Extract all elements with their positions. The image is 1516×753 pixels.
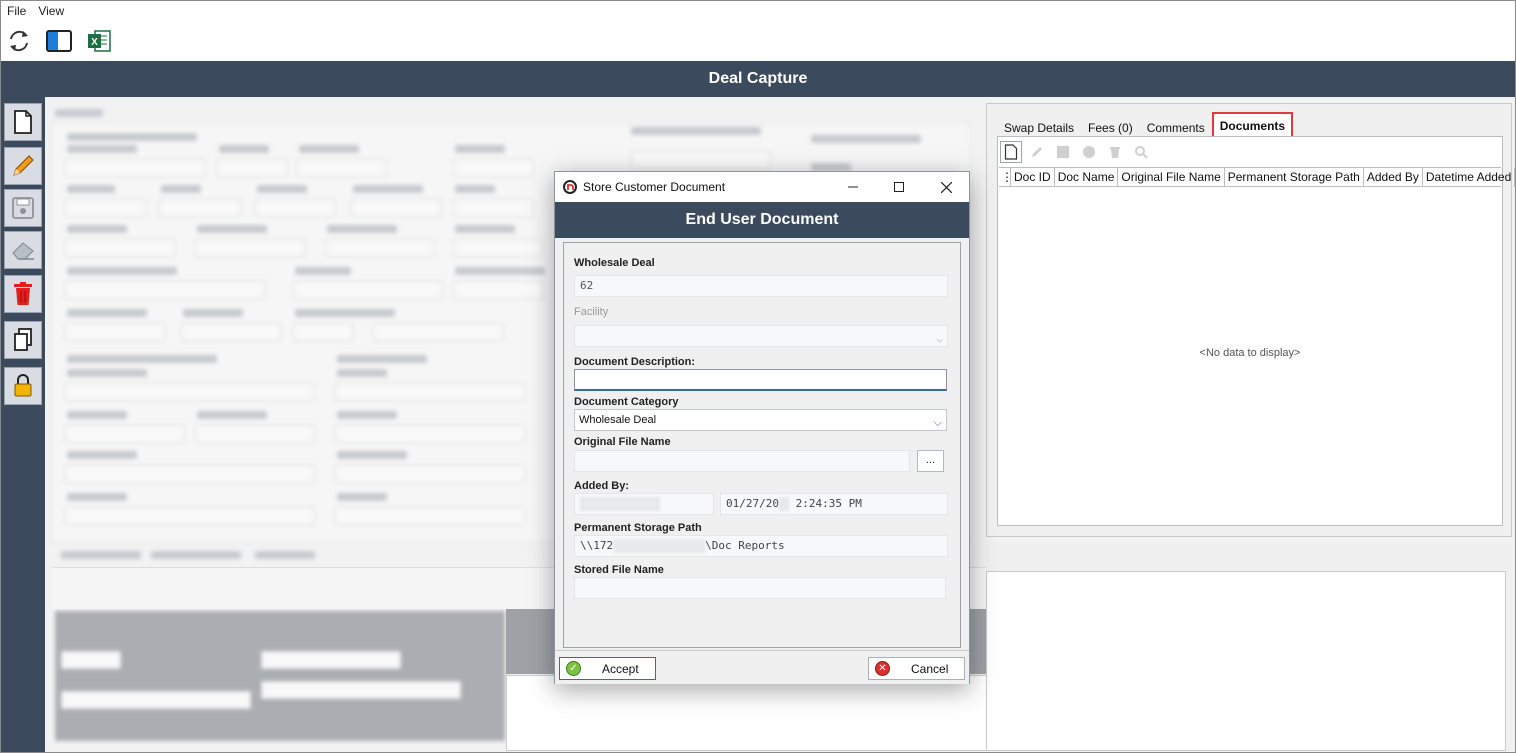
top-toolbar: X — [1, 23, 113, 59]
close-icon[interactable] — [923, 172, 969, 202]
documents-toolbar — [1000, 140, 1152, 164]
accept-label: Accept — [602, 661, 639, 676]
document-category-value: Wholesale Deal — [579, 414, 657, 426]
col-permanent-storage-path[interactable]: Permanent Storage Path — [1225, 168, 1364, 187]
dialog-title-bar: Store Customer Document — [555, 172, 969, 202]
cancel-x-icon: ✕ — [875, 661, 890, 676]
wholesale-deal-label: Wholesale Deal — [574, 257, 655, 269]
document-category-label: Document Category — [574, 396, 679, 408]
col-datetime-added[interactable]: Datetime Added — [1423, 168, 1515, 187]
facility-select[interactable]: ⌵ — [574, 325, 948, 347]
wholesale-deal-field[interactable]: 62 — [574, 275, 948, 297]
document-description-field[interactable] — [574, 369, 947, 391]
eraser-icon[interactable] — [4, 231, 42, 269]
facility-label: Facility — [574, 306, 609, 318]
app-logo-icon — [563, 180, 577, 194]
menu-bar: File View — [1, 1, 1515, 21]
lower-right-grid — [986, 571, 1506, 751]
right-tab-panel: Swap Details Fees (0) Comments Documents — [986, 103, 1515, 537]
added-by-label: Added By: — [574, 480, 629, 492]
tab-documents[interactable]: Documents — [1211, 112, 1294, 138]
delete-document-icon[interactable] — [1104, 141, 1126, 163]
excel-icon[interactable]: X — [85, 27, 113, 55]
tab-strip: Swap Details Fees (0) Comments Documents — [997, 112, 1294, 138]
menu-file[interactable]: File — [7, 4, 26, 18]
col-added-by[interactable]: Added By — [1364, 168, 1423, 187]
dialog-header: End User Document — [555, 202, 969, 238]
svg-text:X: X — [91, 37, 98, 48]
dialog-window-title: Store Customer Document — [583, 180, 726, 194]
new-document-icon[interactable] — [4, 103, 42, 141]
document-category-select[interactable]: Wholesale Deal ⌵ — [574, 409, 947, 431]
delete-trash-icon[interactable] — [4, 275, 42, 313]
redacted-address — [613, 539, 706, 553]
app-title-bar: Deal Capture — [1, 61, 1515, 97]
cancel-button[interactable]: ✕ Cancel — [868, 657, 965, 680]
accept-button[interactable]: ✓ Accept — [559, 657, 656, 680]
redacted-user — [580, 497, 660, 511]
permanent-storage-path-field[interactable]: \\172 \Doc Reports — [574, 535, 948, 557]
edit-pencil-icon[interactable] — [4, 147, 42, 185]
edit-document-icon[interactable] — [1026, 141, 1048, 163]
row-selector-icon: ⋮ — [999, 168, 1013, 187]
checkmark-icon: ✓ — [566, 661, 581, 676]
layout-panel-icon[interactable] — [45, 27, 73, 55]
chevron-down-icon: ⌵ — [933, 417, 942, 429]
copy-icon[interactable] — [4, 321, 42, 359]
added-date: 01/27/20 — [726, 497, 779, 510]
save-icon[interactable] — [4, 189, 42, 227]
dialog-form: Wholesale Deal 62 Facility ⌵ Document De… — [563, 242, 961, 648]
original-file-name-label: Original File Name — [574, 436, 671, 448]
stored-file-name-field[interactable] — [574, 577, 946, 599]
app-title: Deal Capture — [708, 70, 808, 87]
maximize-icon[interactable] — [876, 172, 922, 202]
storage-path-prefix: \\172 — [580, 539, 614, 552]
documents-pane: ⋮ Doc ID Doc Name Original File Name Per… — [997, 136, 1515, 526]
app-window: File View X Deal Capture Swap Details Fe… — [0, 0, 1516, 753]
storage-path-suffix: \Doc Reports — [705, 539, 785, 552]
record-icon[interactable] — [1078, 141, 1100, 163]
refresh-icon[interactable] — [5, 27, 33, 55]
dialog-footer: ✓ Accept ✕ Cancel — [555, 650, 969, 684]
minimize-icon[interactable] — [830, 172, 876, 202]
add-document-icon[interactable] — [1000, 141, 1022, 163]
documents-grid-header: ⋮ Doc ID Doc Name Original File Name Per… — [999, 167, 1515, 187]
lower-right-panel — [986, 541, 1512, 751]
lock-icon[interactable] — [4, 367, 42, 405]
chevron-down-icon: ⌵ — [936, 332, 943, 345]
added-by-field[interactable] — [574, 493, 714, 515]
left-toolbar — [1, 97, 45, 752]
permanent-storage-path-label: Permanent Storage Path — [574, 522, 702, 534]
no-data-message: <No data to display> — [1199, 347, 1301, 359]
added-time: 2:24:35 PM — [795, 497, 862, 510]
tab-fees[interactable]: Fees (0) — [1081, 116, 1140, 138]
document-description-label: Document Description: — [574, 356, 696, 368]
menu-view[interactable]: View — [38, 4, 64, 18]
store-document-dialog: Store Customer Document End User Documen… — [554, 171, 970, 684]
added-datetime-field[interactable]: 01/27/20 2:24:35 PM — [720, 493, 948, 515]
redacted-year — [778, 497, 789, 511]
save-document-icon[interactable] — [1052, 141, 1074, 163]
col-original-file-name[interactable]: Original File Name — [1118, 168, 1225, 187]
col-doc-name[interactable]: Doc Name — [1055, 168, 1119, 187]
tab-swap-details[interactable]: Swap Details — [997, 116, 1081, 138]
dialog-heading: End User Document — [685, 211, 839, 228]
cancel-label: Cancel — [911, 661, 949, 676]
search-document-icon[interactable] — [1130, 141, 1152, 163]
browse-file-button[interactable]: ... — [917, 450, 944, 472]
col-doc-id[interactable]: Doc ID — [1011, 168, 1055, 187]
tab-comments[interactable]: Comments — [1140, 116, 1212, 138]
original-file-name-field[interactable] — [574, 450, 910, 472]
stored-file-name-label: Stored File Name — [574, 564, 664, 576]
